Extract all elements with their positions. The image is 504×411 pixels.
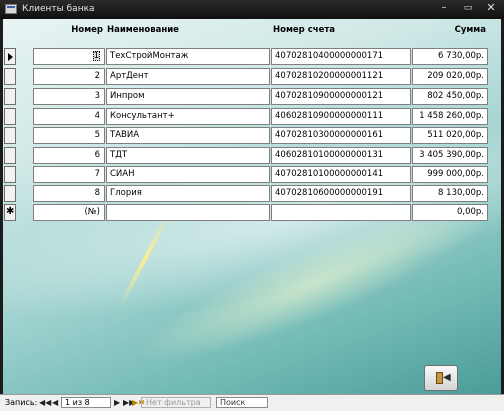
- close-button[interactable]: ✕: [480, 0, 502, 16]
- next-record-button[interactable]: ▶: [114, 395, 120, 410]
- record-selector[interactable]: [4, 108, 16, 125]
- cell-sum[interactable]: 3 405 390,00р.: [412, 147, 488, 164]
- cell-sum[interactable]: 999 000,00р.: [412, 166, 488, 183]
- cell-account[interactable]: 40702810400000000171: [271, 48, 411, 65]
- header-sum: Сумма: [454, 25, 486, 35]
- cell-sum[interactable]: 511 020,00р.: [412, 127, 488, 144]
- exit-door-icon: [436, 372, 443, 384]
- close-form-button[interactable]: ◀: [424, 365, 458, 391]
- arrow-right-icon: ◀: [443, 372, 451, 383]
- cell-name[interactable]: АртДент: [106, 68, 270, 85]
- cell-number[interactable]: 2: [33, 68, 105, 85]
- cell-account[interactable]: 40702810200000001121: [271, 68, 411, 85]
- record-navigation-bar: Запись: ◀◀ ◀ 1 из 8 ▶ ▶▶ ▶✱ Нет фильтра …: [0, 394, 504, 411]
- previous-record-button[interactable]: ◀: [52, 395, 58, 410]
- cell-sum[interactable]: 802 450,00р.: [412, 88, 488, 105]
- cell-name[interactable]: ТАВИА: [106, 127, 270, 144]
- search-input[interactable]: Поиск: [216, 397, 268, 408]
- cell-number[interactable]: 7: [33, 166, 105, 183]
- cell-account[interactable]: 40602810100000000131: [271, 147, 411, 164]
- cell-name[interactable]: ТехСтройМонтаж: [106, 48, 270, 65]
- maximize-button[interactable]: ▭: [457, 0, 479, 16]
- cell-account[interactable]: 40702810900000000121: [271, 88, 411, 105]
- cell-account[interactable]: 40702810600000000191: [271, 185, 411, 202]
- record-selector[interactable]: [4, 88, 16, 105]
- first-record-button[interactable]: ◀◀: [39, 395, 51, 410]
- cell-number[interactable]: 6: [33, 147, 105, 164]
- cell-sum[interactable]: 209 020,00р.: [412, 68, 488, 85]
- new-row-number[interactable]: (№): [33, 204, 105, 221]
- header-name: Наименование: [107, 25, 179, 35]
- cell-name[interactable]: Инпром: [106, 88, 270, 105]
- cell-number[interactable]: 3: [33, 88, 105, 105]
- cell-sum[interactable]: 8 130,00р.: [412, 185, 488, 202]
- title-bar: Клиенты банка – ▭ ✕: [0, 0, 504, 19]
- cell-number[interactable]: 5: [33, 127, 105, 144]
- cell-account[interactable]: 40702810100000000141: [271, 166, 411, 183]
- new-row-name[interactable]: [106, 204, 270, 221]
- cell-account[interactable]: 40702810300000000161: [271, 127, 411, 144]
- new-record-marker-icon: ✱: [6, 206, 15, 217]
- record-selector-new[interactable]: ✱: [4, 204, 16, 221]
- cell-name[interactable]: Консультант+: [106, 108, 270, 125]
- form-icon: [5, 4, 17, 14]
- record-label: Запись:: [5, 398, 38, 407]
- record-selector[interactable]: [4, 68, 16, 85]
- window-title: Клиенты банка: [22, 4, 95, 14]
- record-position-input[interactable]: 1 из 8: [61, 397, 111, 408]
- cell-name[interactable]: ТДТ: [106, 147, 270, 164]
- record-selector[interactable]: [4, 127, 16, 144]
- record-selector[interactable]: [4, 147, 16, 164]
- record-selector-current[interactable]: [4, 48, 16, 65]
- cell-number[interactable]: 1: [33, 48, 105, 65]
- cell-name[interactable]: Глория: [106, 185, 270, 202]
- record-selector[interactable]: [4, 166, 16, 183]
- record-selector[interactable]: [4, 185, 16, 202]
- cell-account[interactable]: 40602810900000000111: [271, 108, 411, 125]
- cell-sum[interactable]: 1 458 260,00р.: [412, 108, 488, 125]
- cell-number[interactable]: 4: [33, 108, 105, 125]
- minimize-button[interactable]: –: [432, 0, 456, 16]
- header-account: Номер счета: [273, 25, 336, 35]
- filter-toggle[interactable]: Нет фильтра: [141, 397, 211, 408]
- cell-sum[interactable]: 6 730,00р.: [412, 48, 488, 65]
- cell-name[interactable]: СИАН: [106, 166, 270, 183]
- header-number: Номер: [71, 25, 103, 35]
- form-body: Номер Наименование Номер счета Сумма 1 Т…: [3, 19, 501, 394]
- new-row-sum[interactable]: 0,00р.: [412, 204, 488, 221]
- new-row-account[interactable]: [271, 204, 411, 221]
- cell-number[interactable]: 8: [33, 185, 105, 202]
